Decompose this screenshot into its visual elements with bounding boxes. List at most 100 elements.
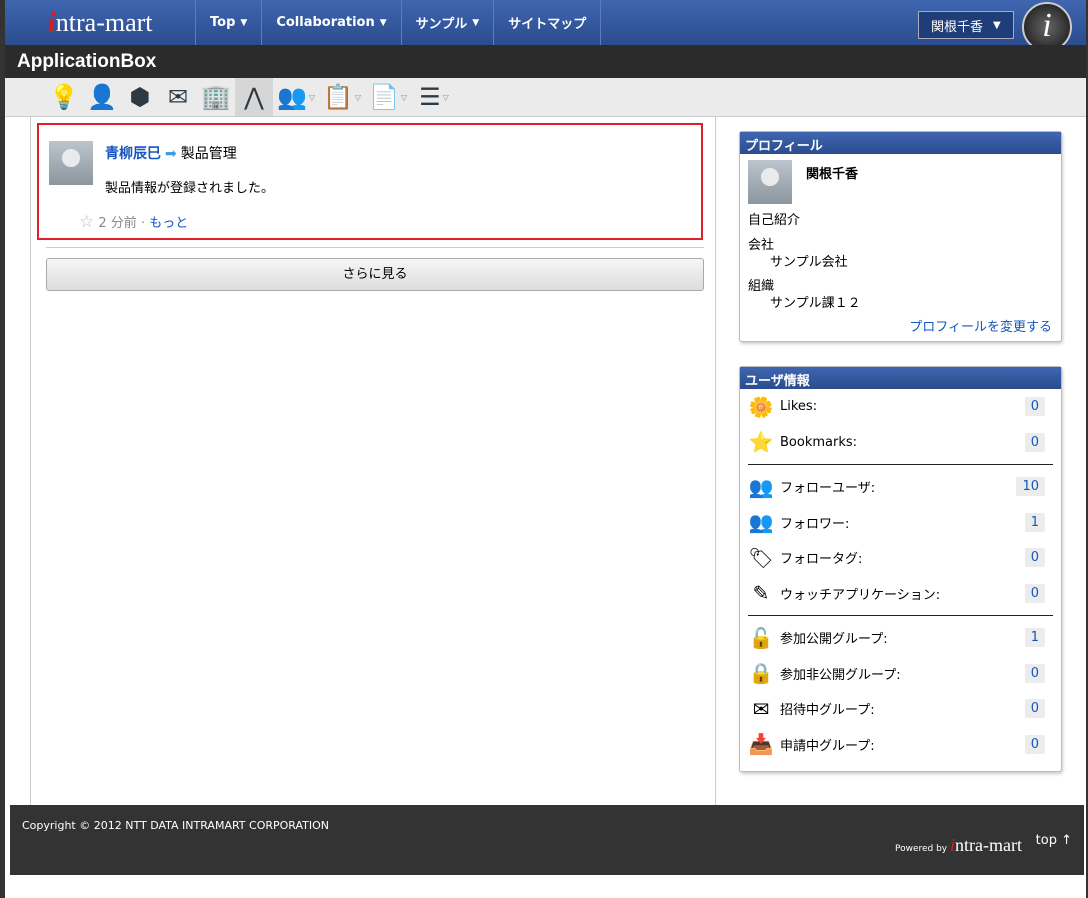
glyph: 📋 xyxy=(322,83,353,111)
nav-top[interactable]: Top ▼ xyxy=(195,0,261,45)
intra-mart-logo[interactable]: i ntra-mart xyxy=(5,0,195,45)
intra-mart-logo: intra-mart xyxy=(950,835,1022,855)
dropdown-arrow-icon: ▽ xyxy=(354,92,362,102)
user-info-row[interactable]: 👥 フォローユーザ: 10 xyxy=(740,469,1061,505)
avatar xyxy=(748,160,792,204)
tag-icon: 🏷 xyxy=(748,545,774,570)
count-badge[interactable]: 0 xyxy=(1024,583,1045,603)
clipboard-user-icon[interactable]: 📋 ▽ xyxy=(319,78,365,116)
unlock-icon: 🔓 xyxy=(748,625,774,650)
company-value: サンプル会社 xyxy=(770,255,848,270)
mail-icon[interactable]: ✉ xyxy=(159,78,197,116)
row-label: 申請中グループ: xyxy=(780,738,875,754)
more-link[interactable]: もっと xyxy=(149,216,188,231)
count-badge[interactable]: 0 xyxy=(1024,397,1045,417)
building-icon[interactable]: 🏢 xyxy=(197,78,235,116)
cube-icon[interactable]: ⬢ xyxy=(121,78,159,116)
post-target: 製品管理 xyxy=(180,146,237,162)
footer: Copyright © 2012 NTT DATA INTRAMART CORP… xyxy=(10,805,1084,875)
nav-label: サイトマップ xyxy=(508,17,587,32)
inbox-icon: 📥 xyxy=(748,732,774,757)
nav-sample[interactable]: サンプル ▼ xyxy=(400,0,494,45)
dropdown-arrow-icon: ▽ xyxy=(442,92,449,102)
caret-down-icon: ▼ xyxy=(993,19,1001,31)
row-label: ウォッチアプリケーション: xyxy=(780,587,941,603)
count-badge[interactable]: 1 xyxy=(1024,628,1045,648)
arrow-right-icon: ➡ xyxy=(165,146,177,162)
row-label: 参加公開グループ: xyxy=(780,632,888,648)
panel-title: ユーザ情報 xyxy=(740,367,1061,389)
row-label: フォローユーザ: xyxy=(780,481,876,497)
user-info-row[interactable]: ✉ 招待中グループ: 0 xyxy=(740,691,1061,727)
back-to-top-link[interactable]: top ↑ xyxy=(1036,833,1072,848)
glyph: ⬢ xyxy=(129,83,151,111)
profile-panel: プロフィール 関根千香 自己紹介 会社 サンプル会社 組織 サンプル課１２ プロ… xyxy=(739,131,1062,342)
row-label: 参加非公開グループ: xyxy=(780,667,901,683)
glyph: 🏢 xyxy=(201,83,231,111)
row-label: フォロワー: xyxy=(780,516,850,532)
glyph: 📄 xyxy=(368,83,399,111)
user-menu-button[interactable]: 関根千香 ▼ xyxy=(918,11,1014,39)
user-info-row[interactable]: 🔒 参加非公開グループ: 0 xyxy=(740,656,1061,692)
watch-app-icon: ✎ xyxy=(752,581,770,606)
org-value: サンプル課１２ xyxy=(770,296,861,311)
count-badge[interactable]: 0 xyxy=(1024,548,1045,568)
dropdown-arrow-icon: ▽ xyxy=(308,92,316,102)
document-pin-icon[interactable]: 📄 ▽ xyxy=(365,78,411,116)
follower-icon: 👥 xyxy=(748,510,774,535)
nav-collaboration[interactable]: Collaboration ▼ xyxy=(261,0,400,45)
star-icon[interactable]: ☆ xyxy=(79,212,94,232)
caret-down-icon: ▼ xyxy=(379,17,387,28)
likes-icon: 🌼 xyxy=(748,394,774,419)
user-name: 関根千香 xyxy=(931,19,984,35)
post-header: 青柳辰巳 ➡ 製品管理 xyxy=(105,143,237,163)
user-info-row[interactable]: 👥 フォロワー: 1 xyxy=(740,505,1061,541)
caret-down-icon: ▼ xyxy=(472,17,480,28)
list-icon[interactable]: ☰ ▽ xyxy=(411,78,457,116)
count-badge[interactable]: 0 xyxy=(1024,699,1045,719)
edit-profile-link[interactable]: プロフィールを変更する xyxy=(909,316,1052,335)
see-more-button[interactable]: さらに見る xyxy=(46,258,704,291)
intro-label: 自己紹介 xyxy=(748,213,801,228)
group-icon[interactable]: 👥 ▽ xyxy=(273,78,319,116)
count-badge[interactable]: 0 xyxy=(1024,734,1045,754)
nav-sitemap[interactable]: サイトマップ xyxy=(493,0,602,45)
author-link[interactable]: 青柳辰巳 xyxy=(105,146,161,162)
avatar[interactable] xyxy=(49,141,93,185)
lightbulb-icon[interactable]: 💡 xyxy=(45,78,83,116)
lock-icon: 🔒 xyxy=(748,661,774,686)
divider xyxy=(748,464,1053,465)
row-label: 招待中グループ: xyxy=(780,703,875,719)
glyph: 💡 xyxy=(49,83,79,111)
watch-app-icon[interactable]: ⋀ xyxy=(235,78,273,116)
page-title: ApplicationBox xyxy=(5,45,1086,78)
row-label: Likes: xyxy=(780,399,818,415)
user-info-row[interactable]: 🔓 参加公開グループ: 1 xyxy=(740,620,1061,656)
row-label: Bookmarks: xyxy=(780,434,858,450)
count-badge[interactable]: 1 xyxy=(1024,512,1045,532)
user-icon[interactable]: 👤 xyxy=(83,78,121,116)
user-info-panel: ユーザ情報 🌼 Likes: 0 ⭐ Bookmarks: 0 👥 フォローユーザ: 10 👥 フォ… xyxy=(739,366,1062,772)
user-info-row[interactable]: 🌼 Likes: 0 xyxy=(740,389,1061,425)
powered-label: Powered by xyxy=(894,844,948,854)
user-info-row[interactable]: ✎ ウォッチアプリケーション: 0 xyxy=(740,576,1061,612)
user-info-row[interactable]: 🏷 フォロータグ: 0 xyxy=(740,540,1061,576)
invite-mail-icon: ✉ xyxy=(752,696,770,721)
glyph: 👥 xyxy=(276,83,307,111)
glyph: ✉ xyxy=(167,83,189,111)
divider xyxy=(748,615,1053,616)
glyph: 👤 xyxy=(87,83,117,111)
timeline-post: 青柳辰巳 ➡ 製品管理 製品情報が登録されました。 ☆ 2 分前 · もっと xyxy=(37,123,703,240)
user-info-row[interactable]: 📥 申請中グループ: 0 xyxy=(740,727,1061,763)
count-badge[interactable]: 0 xyxy=(1024,663,1045,683)
app-toolbar: 💡 👤 ⬢ ✉ 🏢 ⋀ 👥 ▽ 📋 ▽ 📄 ▽ ☰ ▽ xyxy=(5,78,1086,117)
header: i ntra-mart Top ▼ Collaboration ▼ サンプル ▼ サイト… xyxy=(5,0,1086,52)
user-info-row[interactable]: ⭐ Bookmarks: 0 xyxy=(740,425,1061,461)
count-badge[interactable]: 0 xyxy=(1024,432,1045,452)
row-label: フォロータグ: xyxy=(780,552,863,568)
glyph: ⋀ xyxy=(244,83,264,111)
star-icon: ⭐ xyxy=(748,430,774,455)
panel-title: プロフィール xyxy=(740,132,1061,154)
count-badge[interactable]: 10 xyxy=(1016,477,1045,497)
copyright: Copyright © 2012 NTT DATA INTRAMART CORP… xyxy=(22,819,330,832)
